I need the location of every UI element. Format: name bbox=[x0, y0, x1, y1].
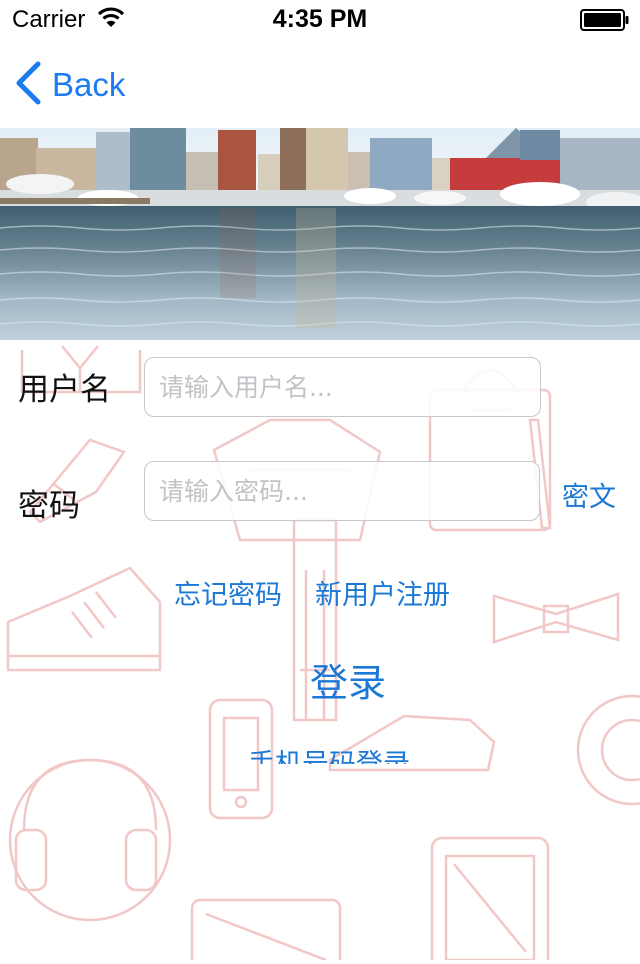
phone-icon-2 bbox=[430, 836, 550, 964]
back-button[interactable]: Back bbox=[14, 61, 126, 109]
login-button[interactable]: 登录 bbox=[310, 652, 386, 707]
username-field[interactable] bbox=[144, 357, 541, 417]
forgot-password-link[interactable]: 忘记密码 bbox=[174, 573, 282, 612]
status-bar: Carrier 4:35 PM bbox=[0, 0, 640, 40]
phone-login-clip: 手机号码登录 bbox=[240, 740, 440, 764]
headphones-icon bbox=[8, 758, 172, 922]
tablet-icon bbox=[190, 898, 342, 964]
decorative-pattern bbox=[0, 340, 640, 964]
navigation-bar: Back bbox=[0, 40, 640, 128]
chevron-left-icon bbox=[14, 61, 42, 109]
password-visibility-toggle[interactable]: 密文 bbox=[562, 475, 616, 514]
clock-icon bbox=[576, 694, 640, 806]
clock: 4:35 PM bbox=[272, 5, 368, 33]
sneaker-icon bbox=[6, 566, 162, 672]
back-label: Back bbox=[52, 66, 126, 103]
phone-login-link[interactable]: 手机号码登录 bbox=[248, 742, 410, 764]
register-link[interactable]: 新用户注册 bbox=[315, 573, 450, 612]
harbor-banner-image bbox=[0, 128, 640, 340]
username-label: 用户名 bbox=[18, 372, 111, 408]
password-field[interactable] bbox=[144, 461, 540, 521]
bowtie-icon bbox=[492, 592, 620, 644]
password-label: 密码 bbox=[18, 488, 80, 524]
battery-icon bbox=[580, 9, 630, 36]
